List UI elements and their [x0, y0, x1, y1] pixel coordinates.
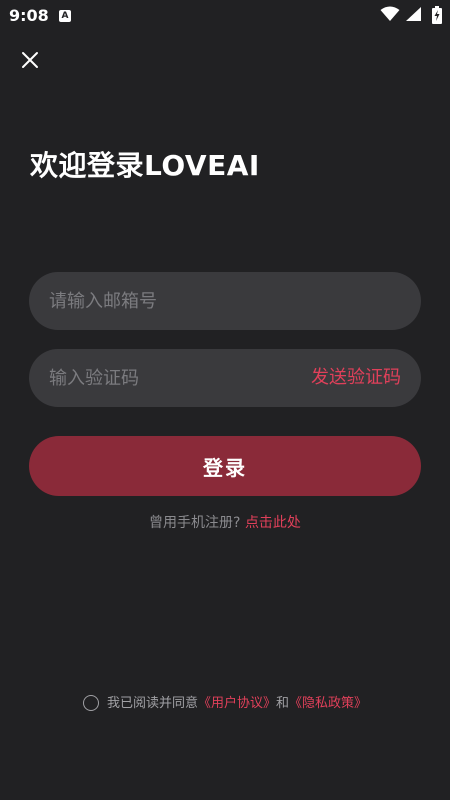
user-agreement-link[interactable]: 《用户协议》: [198, 696, 276, 711]
agreement-row: 我已阅读并同意《用户协议》和《隐私政策》: [0, 692, 450, 711]
agreement-checkbox[interactable]: [82, 695, 99, 711]
privacy-policy-link[interactable]: 《隐私政策》: [289, 696, 367, 711]
status-time: 9:08: [9, 6, 49, 25]
code-field-container: 发送验证码: [29, 349, 421, 407]
status-bar: 9:08 A: [0, 0, 450, 32]
verification-code-input[interactable]: [49, 349, 279, 407]
close-button[interactable]: [18, 48, 42, 72]
send-code-button[interactable]: 发送验证码: [311, 349, 401, 407]
register-prompt: 曾用手机注册? 点击此处: [0, 512, 450, 532]
page-title: 欢迎登录LOVEAI: [30, 149, 260, 182]
login-button[interactable]: 登录: [29, 436, 421, 496]
app-notification-icon: A: [59, 10, 71, 22]
email-input[interactable]: [49, 272, 399, 330]
register-link[interactable]: 点击此处: [245, 515, 301, 531]
email-field-container: [29, 272, 421, 330]
signal-icon: [406, 7, 421, 21]
agreement-connector: 和: [276, 696, 290, 711]
register-prompt-text: 曾用手机注册?: [149, 515, 241, 531]
wifi-icon: [380, 6, 400, 21]
close-icon: [22, 52, 38, 68]
agreement-prefix: 我已阅读并同意: [106, 696, 198, 711]
battery-icon: [432, 6, 442, 24]
